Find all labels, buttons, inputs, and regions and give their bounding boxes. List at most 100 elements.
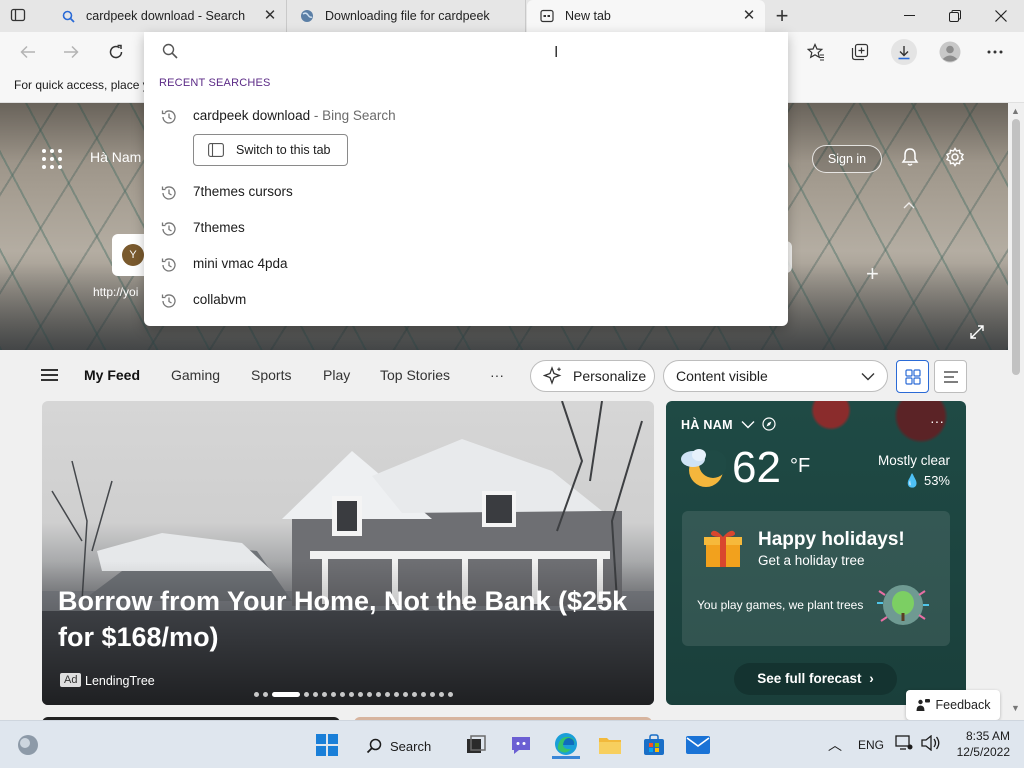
settings-gear-icon[interactable]: [943, 145, 967, 169]
file-explorer-icon[interactable]: [596, 731, 624, 759]
sign-in-button[interactable]: Sign in: [812, 145, 882, 173]
suggestion-item[interactable]: 7themes: [144, 211, 788, 245]
weather-card[interactable]: HÀ NAM ··· 62 °F Mostly clear 💧 53% Happ…: [666, 401, 966, 705]
language-indicator[interactable]: ENG: [858, 738, 884, 752]
microsoft-store-icon[interactable]: [640, 731, 668, 759]
location-compass-icon: [762, 417, 776, 431]
new-tab-button[interactable]: +: [771, 5, 793, 28]
task-view-icon[interactable]: [462, 731, 490, 759]
search-icon: [366, 738, 382, 754]
expand-icon[interactable]: [970, 325, 984, 342]
add-quick-link-icon[interactable]: +: [866, 261, 879, 287]
weather-moon-cloud-icon: [681, 449, 726, 487]
content-visibility-dropdown[interactable]: Content visible: [663, 360, 888, 392]
suggestion-text: cardpeek download - Bing Search: [193, 108, 396, 123]
page-scrollbar[interactable]: ▲ ▼: [1008, 103, 1024, 720]
content-visibility-value: Content visible: [676, 368, 768, 384]
forward-button[interactable]: [58, 39, 84, 65]
menu-hamburger-icon[interactable]: [41, 369, 58, 381]
text-cursor-icon: I: [554, 44, 559, 61]
gift-icon: [704, 530, 742, 567]
back-button[interactable]: [15, 39, 41, 65]
more-menu-icon[interactable]: [982, 39, 1008, 65]
weather-more-icon[interactable]: ···: [930, 413, 944, 429]
quick-link-label[interactable]: http://yoi: [93, 285, 145, 299]
close-tab-icon[interactable]: ✕: [262, 8, 278, 24]
suggestion-item[interactable]: collabvm: [144, 283, 788, 317]
chevron-up-icon[interactable]: [897, 193, 921, 217]
feed-tab-play[interactable]: Play: [323, 367, 350, 383]
ad-badge: Ad: [60, 673, 82, 687]
recent-searches-header: RECENT SEARCHES: [159, 77, 271, 89]
taskbar-search-button[interactable]: Search: [366, 733, 431, 759]
edge-browser-icon[interactable]: [552, 731, 580, 759]
refresh-button[interactable]: [103, 39, 129, 65]
restore-button[interactable]: [932, 0, 978, 32]
feed-tab-top-stories[interactable]: Top Stories: [380, 367, 450, 383]
tab-bing-search[interactable]: cardpeek download - Search ✕: [48, 0, 287, 32]
show-hidden-icons-chevron-icon[interactable]: ︿: [828, 735, 842, 755]
feed-more-icon[interactable]: ···: [490, 367, 504, 383]
holiday-promo[interactable]: Happy holidays! Get a holiday tree You p…: [682, 511, 950, 646]
clock-time: 8:35 AM: [965, 729, 1010, 743]
list-icon: [943, 370, 958, 383]
personalize-button[interactable]: Personalize: [530, 360, 655, 392]
grid-view-button[interactable]: [896, 360, 929, 393]
carousel-dots[interactable]: [254, 692, 453, 697]
mail-icon[interactable]: [684, 731, 712, 759]
start-windows-icon[interactable]: [313, 731, 341, 759]
feed-tab-gaming[interactable]: Gaming: [171, 367, 220, 383]
history-icon: [161, 258, 176, 272]
collections-icon[interactable]: [847, 39, 873, 65]
scroll-up-arrow[interactable]: ▲: [1011, 106, 1020, 116]
taskbar-clock[interactable]: 8:35 AM 12/5/2022: [950, 728, 1010, 760]
see-full-forecast-button[interactable]: See full forecast ›: [734, 663, 897, 695]
suggestion-item[interactable]: 7themes cursors: [144, 175, 788, 209]
switch-to-tab-button[interactable]: Switch to this tab: [193, 134, 348, 166]
volume-icon[interactable]: [920, 733, 942, 753]
address-input[interactable]: [188, 38, 768, 64]
suggestion-item[interactable]: mini vmac 4pda: [144, 247, 788, 281]
apps-launcher-icon[interactable]: [42, 149, 62, 169]
feedback-button[interactable]: Feedback: [906, 690, 1000, 720]
tree-globe-icon: [877, 585, 929, 625]
suggestion-text: 7themes: [193, 220, 245, 235]
ad-source[interactable]: LendingTree: [85, 674, 155, 688]
minimize-button[interactable]: [886, 0, 932, 32]
profile-avatar[interactable]: [937, 39, 963, 65]
tab-actions-icon[interactable]: [10, 7, 38, 25]
scroll-down-arrow[interactable]: ▼: [1011, 703, 1020, 713]
suggestion-source: - Bing Search: [310, 108, 396, 123]
suggestion-text: collabvm: [193, 292, 247, 307]
tab-new-tab[interactable]: New tab ✕: [527, 0, 765, 32]
tab-downloading[interactable]: Downloading file for cardpeek: [287, 0, 526, 32]
weather-unit[interactable]: °F: [790, 455, 810, 478]
notifications-bell-icon[interactable]: [898, 145, 922, 169]
quick-link-tile[interactable]: Y: [112, 234, 148, 276]
chevron-right-icon: ›: [869, 671, 874, 686]
favorites-icon[interactable]: [803, 39, 829, 65]
humidity-drop-icon: 💧: [904, 473, 921, 488]
teams-chat-icon[interactable]: [507, 731, 535, 759]
scrollbar-thumb[interactable]: [1012, 119, 1020, 375]
suggestion-item[interactable]: cardpeek download - Bing Search: [144, 99, 788, 133]
feed-tab-sports[interactable]: Sports: [251, 367, 291, 383]
close-tab-icon[interactable]: ✕: [741, 8, 757, 24]
close-tab-icon[interactable]: [501, 8, 517, 24]
featured-ad-card[interactable]: Borrow from Your Home, Not the Bank ($25…: [42, 401, 654, 705]
hero-location[interactable]: Hà Nam: [90, 149, 141, 165]
history-icon: [161, 110, 176, 124]
weather-location[interactable]: HÀ NAM: [681, 417, 776, 432]
network-icon[interactable]: [894, 733, 914, 753]
downloads-icon[interactable]: [891, 39, 917, 65]
search-icon: [60, 8, 76, 24]
weather-location-name: HÀ NAM: [681, 418, 733, 432]
list-view-button[interactable]: [934, 360, 967, 393]
feed-tab-my-feed[interactable]: My Feed: [84, 367, 140, 383]
ad-headline[interactable]: Borrow from Your Home, Not the Bank ($25…: [58, 583, 643, 655]
close-window-button[interactable]: [978, 0, 1024, 32]
widgets-icon[interactable]: [14, 731, 42, 759]
globe-icon: [299, 8, 315, 24]
favorites-bar-hint: For quick access, place y: [14, 78, 149, 92]
feedback-icon: [916, 699, 930, 711]
